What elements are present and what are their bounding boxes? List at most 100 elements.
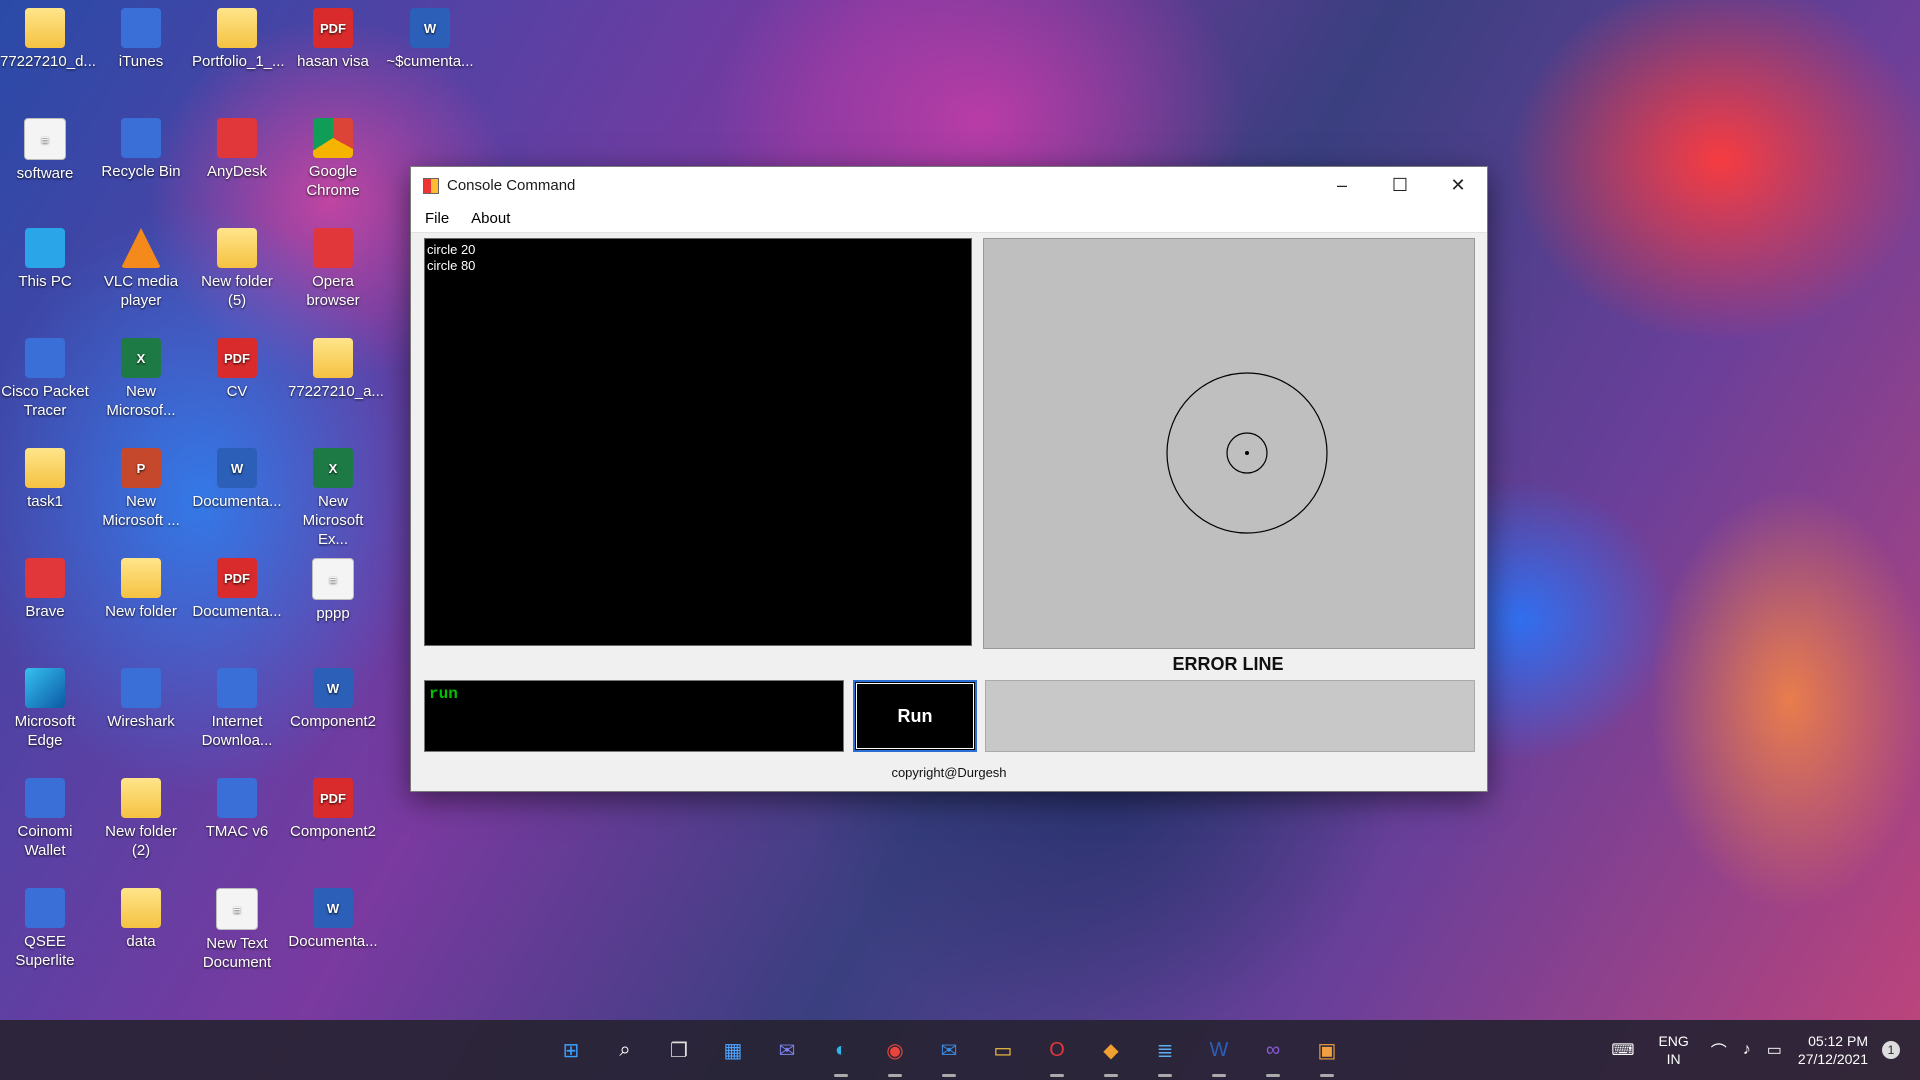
visual-studio-icon[interactable]: ∞ (1254, 1031, 1292, 1077)
task-view-icon[interactable]: ❐ (660, 1031, 698, 1069)
language-indicator[interactable]: ENG IN (1658, 1032, 1688, 1068)
desktop-icon[interactable]: task1 (0, 448, 90, 511)
desktop-icon[interactable]: New folder (96, 558, 186, 621)
app-icon (121, 8, 161, 48)
desktop-icon[interactable]: Cisco Packet Tracer (0, 338, 90, 420)
app-icon (217, 668, 257, 708)
desktop-icon[interactable]: W Component2 (288, 668, 378, 731)
edge-icon[interactable]: ◐ (822, 1031, 860, 1077)
notepad-icon[interactable]: ≣ (1146, 1031, 1184, 1077)
app-icon (217, 778, 257, 818)
run-button[interactable]: Run (853, 680, 977, 752)
desktop-icon[interactable]: iTunes (96, 8, 186, 71)
desktop-icon[interactable]: New folder (5) (192, 228, 282, 310)
desktop-icon[interactable]: PDF Component2 (288, 778, 378, 841)
desktop-icon[interactable]: Google Chrome (288, 118, 378, 200)
desktop-icon[interactable]: QSEE Superlite (0, 888, 90, 970)
desktop-icon[interactable]: TMAC v6 (192, 778, 282, 841)
git-icon[interactable]: ◆ (1092, 1031, 1130, 1077)
folder-icon (121, 778, 161, 818)
desktop-icon-label: New Microsoft ... (102, 493, 180, 529)
console-line: circle 80 (427, 258, 476, 273)
pc-icon (25, 228, 65, 268)
chrome-icon[interactable]: ◉ (876, 1031, 914, 1077)
desktop-icon[interactable]: P New Microsoft ... (96, 448, 186, 530)
desktop-icon[interactable]: PDF Documenta... (192, 558, 282, 621)
menu-about[interactable]: About (463, 210, 518, 227)
desktop-icon[interactable]: W Documenta... (288, 888, 378, 951)
teams-chat-icon[interactable]: ✉ (768, 1031, 806, 1069)
desktop-icon[interactable]: ≡ pppp (288, 558, 378, 623)
console-command-app-icon[interactable]: ▣ (1308, 1031, 1346, 1077)
language-code: ENG (1658, 1033, 1689, 1049)
desktop-icon-label: VLC media player (103, 273, 179, 309)
mail-icon[interactable]: ✉ (930, 1031, 968, 1077)
app-icon (25, 338, 65, 378)
desktop-icon[interactable]: This PC (0, 228, 90, 291)
desktop-icon[interactable]: W Documenta... (192, 448, 282, 511)
desktop-icon[interactable]: Recycle Bin (96, 118, 186, 181)
desktop-icon[interactable]: Wireshark (96, 668, 186, 731)
clock[interactable]: 05:12 PM 27/12/2021 (1798, 1032, 1868, 1068)
volume-icon[interactable]: ♪ (1743, 1041, 1751, 1059)
desktop-icon[interactable]: PDF hasan visa (288, 8, 378, 71)
minimize-button[interactable]: – (1313, 167, 1371, 204)
pdf-icon: PDF (313, 8, 353, 48)
desktop-icon[interactable]: Microsoft Edge (0, 668, 90, 750)
desktop-icon-label: New Microsoft Ex... (302, 493, 364, 548)
desktop-icon-label: Component2 (290, 823, 376, 840)
close-button[interactable]: ✕ (1429, 167, 1487, 204)
desktop-icon-label: task1 (27, 493, 63, 510)
notification-badge[interactable]: 1 (1882, 1041, 1900, 1059)
desktop-icon[interactable]: Coinomi Wallet (0, 778, 90, 860)
desktop-icon-label: Component2 (290, 713, 376, 730)
desktop-icon[interactable]: PDF CV (192, 338, 282, 401)
desktop-icon-label: Cisco Packet Tracer (1, 383, 89, 419)
maximize-button[interactable]: ☐ (1371, 167, 1429, 204)
console-output[interactable]: circle 20 circle 80 (424, 238, 972, 646)
desktop-icon[interactable]: Portfolio_1_... (192, 8, 285, 71)
search-icon[interactable]: ⌕ (606, 1031, 644, 1069)
desktop-icon[interactable]: ≡ software (0, 118, 90, 183)
desktop-icon[interactable]: New folder (2) (96, 778, 186, 860)
desktop-icon-label: Recycle Bin (101, 163, 181, 180)
red-icon (217, 118, 257, 158)
start-icon[interactable]: ⊞ (552, 1031, 590, 1069)
desktop-icon-label: Documenta... (288, 933, 378, 950)
desktop-icon[interactable]: Opera browser (288, 228, 378, 310)
app-icon (25, 888, 65, 928)
menu-bar: File About (411, 204, 1487, 233)
desktop-icon[interactable]: W ~$cumenta... (385, 8, 475, 71)
desktop-icon-label: 77227210_d... (0, 53, 96, 70)
pdf-icon: PDF (313, 778, 353, 818)
word-icon[interactable]: W (1200, 1031, 1238, 1077)
menu-file[interactable]: File (417, 210, 457, 227)
desktop-icon[interactable]: data (96, 888, 186, 951)
desktop-icon-label: Coinomi Wallet (17, 823, 73, 859)
desktop-icon-label: ~$cumenta... (386, 53, 474, 70)
clock-date: 27/12/2021 (1797, 1051, 1868, 1067)
desktop-icon[interactable]: Brave (0, 558, 90, 621)
desktop-icon[interactable]: 77227210_d... (0, 8, 96, 71)
desktop-icon[interactable]: X New Microsof... (96, 338, 186, 420)
vlc-icon (121, 228, 161, 268)
widgets-icon[interactable]: ▦ (714, 1031, 752, 1069)
wifi-icon[interactable]: ⌒ (1711, 1038, 1727, 1062)
desktop-icon[interactable]: 77227210_a... (288, 338, 384, 401)
taskbar: ⊞ ⌕ ❐ ▦ ✉ ◐ ◉ ✉ ▭ O ◆ ≣ W ∞ ▣ ⌨ ENG IN ⌒ ♪ ▭ 05:12 PM … (0, 1020, 1920, 1080)
title-bar[interactable]: Console Command – ☐ ✕ (411, 167, 1487, 204)
desktop-icon-label: Internet Downloa... (201, 713, 273, 749)
folder-icon (217, 8, 257, 48)
opera-icon[interactable]: O (1038, 1031, 1076, 1077)
desktop-icon[interactable]: ≡ New Text Document (192, 888, 282, 972)
desktop-icon[interactable]: X New Microsoft Ex... (288, 448, 378, 549)
battery-icon[interactable]: ▭ (1767, 1040, 1782, 1060)
command-input[interactable]: run (424, 680, 844, 752)
desktop-icon-label: New folder (2) (105, 823, 177, 859)
word-icon: W (410, 8, 450, 48)
desktop-icon[interactable]: VLC media player (96, 228, 186, 310)
desktop-icon[interactable]: Internet Downloa... (192, 668, 282, 750)
desktop-icon[interactable]: AnyDesk (192, 118, 282, 181)
file-explorer-icon[interactable]: ▭ (984, 1031, 1022, 1069)
keyboard-icon[interactable]: ⌨ (1611, 1040, 1634, 1060)
